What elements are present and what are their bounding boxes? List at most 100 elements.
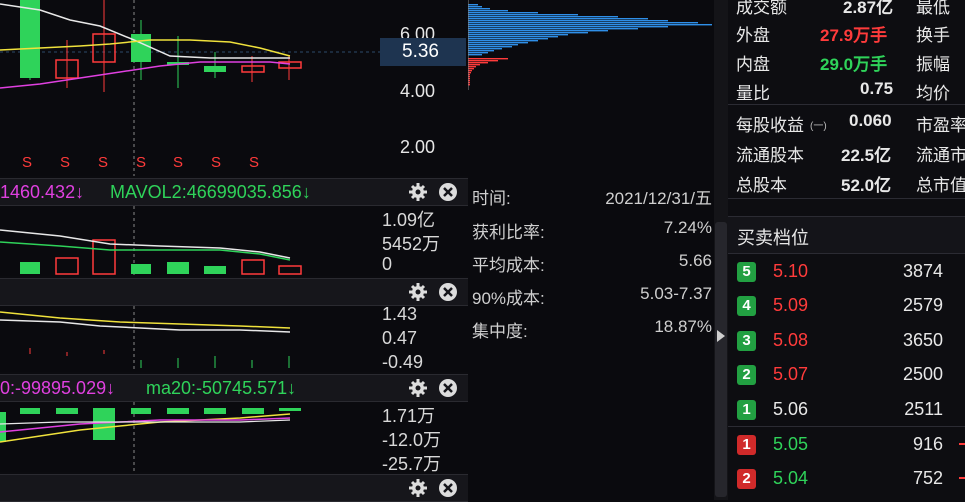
kline-chart[interactable]: S S S S S S S bbox=[0, 0, 380, 176]
candle bbox=[20, 0, 40, 80]
eps-value: 0.060 bbox=[849, 111, 892, 130]
change-mark bbox=[959, 477, 965, 479]
chip-distribution-chart[interactable] bbox=[468, 0, 714, 176]
gear-icon[interactable] bbox=[408, 282, 428, 302]
sell-marker: S bbox=[136, 154, 147, 171]
chip-bar bbox=[468, 66, 476, 68]
money-ma2-label: ma20:-50745.571↓ bbox=[146, 378, 297, 398]
chip-bar bbox=[468, 10, 508, 12]
bid-level: 2 bbox=[737, 469, 756, 489]
bid-price: 5.05 bbox=[773, 434, 809, 454]
chip-bar bbox=[468, 8, 490, 10]
close-icon[interactable] bbox=[438, 378, 458, 398]
bid-volume: 752 bbox=[912, 468, 943, 488]
macd-tick: 1.43 bbox=[382, 304, 418, 324]
volume-tick: 0 bbox=[382, 254, 393, 274]
chip-bar bbox=[468, 32, 588, 34]
chip-info-value: 2021/12/31/五 bbox=[605, 189, 712, 208]
chip-bar bbox=[468, 68, 474, 70]
ask-level: 4 bbox=[737, 296, 756, 316]
float-shares: 22.5亿 bbox=[841, 146, 892, 165]
kline-svg bbox=[0, 0, 380, 176]
money-tick: 1.71万 bbox=[382, 406, 436, 426]
close-icon[interactable] bbox=[438, 282, 458, 302]
gear-icon[interactable] bbox=[408, 378, 428, 398]
gear-icon[interactable] bbox=[408, 182, 428, 202]
candle bbox=[278, 56, 302, 80]
bid-row[interactable]: 2 5.04 752 bbox=[733, 463, 965, 493]
close-icon[interactable] bbox=[438, 478, 458, 498]
chip-info-key: 平均成本: bbox=[472, 256, 545, 275]
ask-volume: 2511 bbox=[904, 399, 943, 419]
chip-bar bbox=[468, 54, 482, 56]
ask-row[interactable]: 3 5.08 3650 bbox=[733, 325, 965, 355]
stat-label: 流通股本 bbox=[736, 146, 804, 165]
sell-marker: S bbox=[22, 154, 33, 171]
chip-bar bbox=[468, 40, 538, 42]
current-price: 5.36 bbox=[402, 41, 439, 62]
stat-value: 2.87亿 bbox=[843, 0, 894, 17]
chip-bar bbox=[468, 34, 568, 36]
chip-info-key: 90%成本: bbox=[472, 289, 545, 308]
ask-volume: 2500 bbox=[902, 364, 943, 384]
chip-bar bbox=[468, 18, 648, 20]
ask-volume: 3650 bbox=[902, 330, 943, 350]
volume-ma1-label: 1460.432↓ bbox=[0, 182, 85, 202]
chip-info-value: 18.87% bbox=[654, 317, 712, 336]
ask-volume: 2579 bbox=[902, 295, 943, 315]
close-icon[interactable] bbox=[438, 182, 458, 202]
ask-level: 1 bbox=[737, 400, 756, 420]
chip-bar bbox=[468, 30, 608, 32]
price-axis: 6.00 5.36 4.00 2.00 bbox=[380, 0, 468, 176]
orderbook-title: 买卖档位 bbox=[737, 228, 809, 248]
bid-row[interactable]: 1 5.05 916 bbox=[733, 429, 965, 459]
chip-bar bbox=[468, 4, 478, 6]
chip-bar bbox=[468, 46, 512, 48]
ask-price: 5.10 bbox=[773, 261, 809, 281]
money-axis: 1.71万 -12.0万 -25.7万 bbox=[380, 402, 468, 474]
volume-chart[interactable] bbox=[0, 206, 380, 276]
stat-label: 外盘 bbox=[736, 26, 770, 45]
chip-bar bbox=[468, 44, 518, 46]
stat-label: 换手 bbox=[916, 26, 950, 45]
bid-level: 1 bbox=[737, 435, 756, 455]
macd-tick: 0.47 bbox=[382, 328, 418, 348]
bid-price: 5.04 bbox=[773, 468, 809, 488]
volume-svg bbox=[0, 206, 302, 276]
collapse-arrow-icon[interactable] bbox=[715, 328, 727, 344]
chip-info-key: 集中度: bbox=[472, 322, 528, 341]
macd-svg bbox=[0, 306, 291, 372]
chip-bar bbox=[468, 64, 480, 66]
money-chart[interactable] bbox=[0, 402, 380, 472]
gear-icon[interactable] bbox=[408, 478, 428, 498]
volume-ratio: 0.75 bbox=[860, 79, 894, 98]
candle bbox=[131, 20, 151, 80]
money-header: 0:-99895.029↓ ma20:-50745.571↓ bbox=[0, 374, 468, 402]
sell-marker: S bbox=[60, 154, 71, 171]
scroll-thumb[interactable] bbox=[715, 222, 727, 497]
ask-row[interactable]: 1 5.06 2511 bbox=[733, 394, 965, 424]
volume-tick: 5452万 bbox=[382, 234, 441, 254]
ask-row[interactable]: 2 5.07 2500 bbox=[733, 359, 965, 389]
eps-label: 每股收益 bbox=[736, 116, 804, 135]
chip-bar bbox=[468, 24, 712, 26]
sell-marker: S bbox=[211, 154, 222, 171]
extra-indicator-header bbox=[0, 474, 468, 502]
chip-bar bbox=[468, 70, 472, 72]
total-shares: 52.0亿 bbox=[841, 176, 892, 195]
ask-row[interactable]: 5 5.10 3874 bbox=[733, 256, 965, 286]
volume-ma2-label: MAVOL2:46699035.856↓ bbox=[110, 182, 311, 202]
stat-label: 成交额 bbox=[736, 0, 787, 17]
outer-volume: 27.9万手 bbox=[820, 26, 888, 45]
money-tick: -25.7万 bbox=[382, 454, 442, 474]
money-svg bbox=[0, 402, 301, 472]
money-tick: -12.0万 bbox=[382, 430, 442, 450]
macd-chart[interactable] bbox=[0, 306, 380, 372]
ask-row[interactable]: 4 5.09 2579 bbox=[733, 290, 965, 320]
ask-price: 5.09 bbox=[773, 295, 809, 315]
candle bbox=[204, 52, 226, 78]
volume-axis: 1.09亿 5452万 0 bbox=[380, 206, 468, 276]
chip-bar bbox=[468, 12, 538, 14]
chip-bar bbox=[468, 28, 638, 30]
candle bbox=[241, 56, 265, 82]
